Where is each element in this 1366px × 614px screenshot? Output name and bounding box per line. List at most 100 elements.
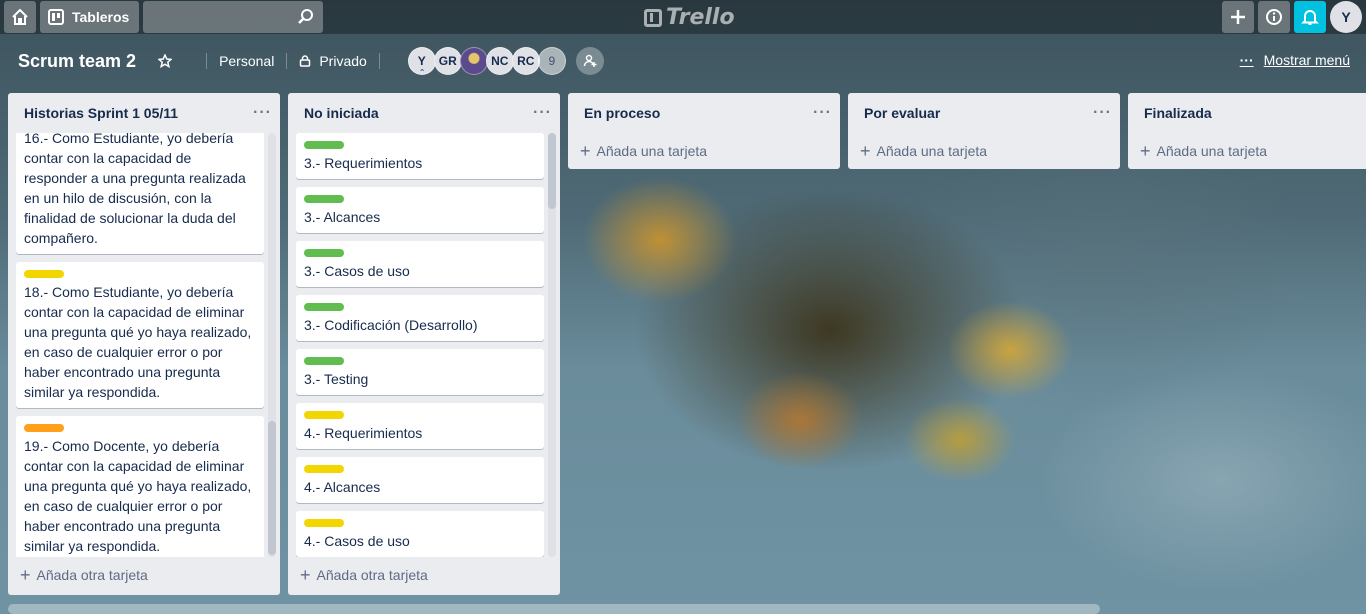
visibility-button[interactable]: Privado bbox=[299, 53, 367, 69]
boards-button[interactable]: Tableros bbox=[40, 1, 140, 33]
card-title: 4.- Alcances bbox=[304, 479, 381, 495]
logo-text: Trello bbox=[666, 5, 735, 30]
card-title: 16.- Como Estudiante, yo debería contar … bbox=[24, 133, 246, 246]
card-title: 18.- Como Estudiante, yo debería contar … bbox=[24, 284, 252, 400]
divider bbox=[206, 53, 208, 69]
card[interactable]: 4.- Requerimientos bbox=[296, 403, 544, 449]
plus-icon: + bbox=[300, 564, 311, 585]
list-title[interactable]: En proceso bbox=[584, 105, 660, 121]
add-card-label: Añada otra tarjeta bbox=[316, 567, 428, 583]
board-title[interactable]: Scrum team 2 bbox=[18, 51, 136, 72]
list-menu-icon[interactable]: ··· bbox=[533, 104, 552, 122]
list-cards: 16.- Como Estudiante, yo debería contar … bbox=[8, 133, 280, 557]
add-card-button[interactable]: + Añada una tarjeta bbox=[568, 133, 840, 169]
card[interactable]: 19.- Como Docente, yo debería contar con… bbox=[16, 416, 264, 557]
scrollbar-thumb[interactable] bbox=[268, 421, 276, 555]
admin-chevron-icon: ⌃ bbox=[418, 68, 426, 77]
scrollbar-thumb[interactable] bbox=[548, 133, 556, 209]
show-menu-label: Mostrar menú bbox=[1263, 52, 1350, 68]
card-label-green bbox=[304, 357, 344, 365]
lock-icon bbox=[300, 55, 311, 67]
card-label-green bbox=[304, 249, 344, 257]
more-icon: ··· bbox=[1239, 52, 1254, 68]
card-label-yellow bbox=[304, 465, 344, 473]
add-card-button[interactable]: + Añada otra tarjeta bbox=[288, 557, 560, 593]
list-en-proceso: En proceso ··· + Añada una tarjeta bbox=[568, 93, 840, 169]
star-button[interactable] bbox=[158, 54, 173, 68]
card-title: 3.- Alcances bbox=[304, 209, 381, 225]
notifications-button[interactable] bbox=[1294, 1, 1326, 33]
member-avatar[interactable]: GR bbox=[433, 47, 462, 75]
star-icon bbox=[158, 54, 173, 68]
card-title: 4.- Requerimientos bbox=[304, 425, 423, 441]
create-button[interactable] bbox=[1222, 1, 1254, 33]
card-label-yellow bbox=[24, 270, 64, 278]
card-title: 4.- Casos de uso bbox=[304, 533, 410, 549]
home-icon bbox=[12, 8, 28, 25]
list-por-evaluar: Por evaluar ··· + Añada una tarjeta bbox=[848, 93, 1120, 169]
trello-logo[interactable]: Trello bbox=[644, 5, 735, 30]
invite-button[interactable] bbox=[575, 47, 604, 75]
board-header: Scrum team 2 Personal Privado Y ⌃ GR NC R… bbox=[0, 38, 1366, 84]
list-title[interactable]: Finalizada bbox=[1144, 105, 1212, 121]
list-menu-icon[interactable]: ··· bbox=[1093, 104, 1112, 122]
member-avatar[interactable]: NC bbox=[485, 47, 514, 75]
show-menu-button[interactable]: ··· Mostrar menú bbox=[1240, 52, 1350, 68]
member-avatar[interactable]: RC bbox=[511, 47, 540, 75]
list-title[interactable]: Historias Sprint 1 05/11 bbox=[24, 105, 178, 121]
list-menu-icon[interactable]: ··· bbox=[813, 104, 832, 122]
add-card-button[interactable]: + Añada una tarjeta bbox=[1128, 133, 1366, 169]
board-members: Y ⌃ GR NC RC 9 bbox=[407, 47, 566, 77]
card[interactable]: 3.- Testing bbox=[296, 349, 544, 395]
card-label-yellow bbox=[304, 519, 344, 527]
search-input[interactable] bbox=[143, 1, 324, 33]
divider bbox=[378, 53, 380, 69]
add-card-label: Añada una tarjeta bbox=[1156, 143, 1268, 159]
plus-icon: + bbox=[20, 564, 31, 585]
team-button[interactable]: Personal bbox=[219, 53, 274, 69]
add-card-label: Añada una tarjeta bbox=[876, 143, 988, 159]
card[interactable]: 4.- Casos de uso bbox=[296, 511, 544, 557]
plus-icon: + bbox=[860, 140, 871, 161]
list-cards: 3.- Requerimientos 3.- Alcances 3.- Caso… bbox=[288, 133, 560, 557]
team-label: Personal bbox=[219, 53, 275, 69]
card[interactable]: 3.- Casos de uso bbox=[296, 241, 544, 287]
card-title: 3.- Requerimientos bbox=[304, 155, 423, 171]
boards-icon bbox=[48, 9, 64, 25]
list-menu-icon[interactable]: ··· bbox=[253, 104, 272, 122]
search-icon bbox=[298, 9, 314, 24]
card-title: 3.- Codificación (Desarrollo) bbox=[304, 317, 478, 333]
add-card-button[interactable]: + Añada una tarjeta bbox=[848, 133, 1120, 169]
board-horizontal-scrollbar[interactable] bbox=[8, 604, 1100, 614]
home-button[interactable] bbox=[4, 1, 36, 33]
list-scrollbar[interactable] bbox=[548, 133, 556, 557]
card[interactable]: 4.- Alcances bbox=[296, 457, 544, 503]
visibility-label: Privado bbox=[319, 53, 367, 69]
add-card-button[interactable]: + Añada otra tarjeta bbox=[8, 557, 280, 593]
card-title: 3.- Testing bbox=[304, 371, 369, 387]
card[interactable]: 16.- Como Estudiante, yo debería contar … bbox=[16, 133, 264, 254]
card-title: 3.- Casos de uso bbox=[304, 263, 410, 279]
list-historias: Historias Sprint 1 05/11 ··· 16.- Como E… bbox=[8, 93, 280, 595]
card-label-yellow bbox=[304, 411, 344, 419]
card[interactable]: 3.- Requerimientos bbox=[296, 133, 544, 179]
user-avatar[interactable]: Y bbox=[1330, 1, 1362, 33]
plus-icon: + bbox=[1140, 140, 1151, 161]
add-member-icon bbox=[583, 54, 597, 67]
avatar-initial: Y bbox=[1341, 9, 1351, 25]
info-button[interactable] bbox=[1258, 1, 1290, 33]
card[interactable]: 18.- Como Estudiante, yo debería contar … bbox=[16, 262, 264, 408]
member-avatar[interactable]: Y ⌃ bbox=[407, 47, 436, 77]
more-members-badge[interactable]: 9 bbox=[537, 47, 566, 75]
list-title[interactable]: Por evaluar bbox=[864, 105, 940, 121]
card-label-green bbox=[304, 141, 344, 149]
list-title[interactable]: No iniciada bbox=[304, 105, 379, 121]
list-scrollbar[interactable] bbox=[268, 133, 276, 557]
plus-icon: + bbox=[580, 140, 591, 161]
member-avatar-photo[interactable] bbox=[459, 47, 488, 75]
card[interactable]: 3.- Alcances bbox=[296, 187, 544, 233]
info-icon bbox=[1266, 9, 1282, 25]
card[interactable]: 3.- Codificación (Desarrollo) bbox=[296, 295, 544, 341]
bell-icon bbox=[1301, 10, 1319, 25]
top-nav: Tableros Trello Y bbox=[0, 0, 1366, 34]
